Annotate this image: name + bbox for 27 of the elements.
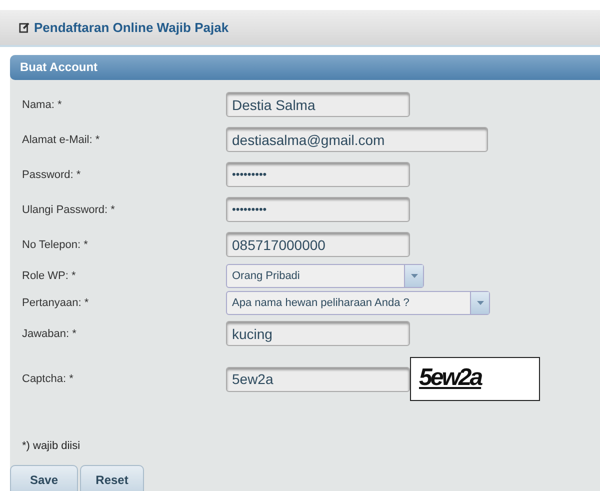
captcha-image: 5ew2a [410, 357, 540, 401]
dropdown-arrow-icon [410, 274, 418, 278]
field-label: Role WP: * [21, 270, 77, 282]
field-label: Jawaban: * [21, 328, 78, 340]
password-field[interactable]: ••••••••• [226, 197, 410, 222]
edit-icon [19, 22, 30, 33]
input-field[interactable]: destiasalma@gmail.com [226, 127, 488, 152]
dropdown[interactable]: Orang Pribadi [226, 264, 424, 288]
field-label: Captcha: * [21, 373, 74, 385]
dropdown[interactable]: Apa nama hewan peliharaan Anda ? [226, 290, 490, 314]
panel-header: Buat Account [10, 55, 600, 80]
save-button[interactable]: Save [10, 465, 78, 491]
captcha-field[interactable]: 5ew2a [226, 366, 410, 392]
field-label: Alamat e-Mail: * [21, 134, 101, 146]
input-field[interactable]: Destia Salma [226, 92, 410, 117]
reset-button[interactable]: Reset [80, 465, 144, 491]
field-label: Ulangi Password: * [21, 204, 116, 216]
field-label: Password: * [21, 168, 82, 180]
page-title: Pendaftaran Online Wajib Pajak [34, 20, 229, 35]
input-field[interactable]: 085717000000 [226, 232, 410, 257]
field-label: No Telepon: * [21, 238, 89, 250]
field-label: Pertanyaan: * [21, 296, 90, 308]
required-note: *) wajib diisi [21, 440, 82, 452]
input-field[interactable]: kucing [226, 321, 410, 346]
password-field[interactable]: ••••••••• [226, 162, 410, 187]
dropdown-arrow-icon [476, 300, 484, 304]
field-label: Nama: * [21, 98, 63, 110]
